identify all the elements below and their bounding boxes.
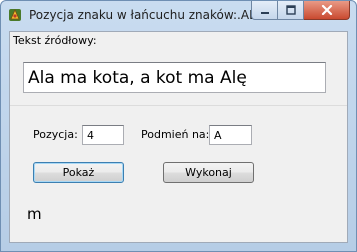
maximize-icon [285, 5, 296, 15]
position-input[interactable]: 4 [82, 125, 124, 145]
show-button[interactable]: Pokaż [33, 162, 124, 183]
separator [10, 105, 347, 106]
source-text-label: Tekst źródłowy: [13, 34, 97, 47]
app-window: Pozycja znaku w łańcuchu znaków:.AL Teks… [0, 0, 357, 252]
app-icon [9, 9, 21, 21]
source-text-input[interactable]: Ala ma kota, a kot ma Alę [23, 62, 326, 93]
close-icon [321, 5, 332, 15]
title-bar[interactable]: Pozycja znaku w łańcuchu znaków:.AL [1, 1, 356, 31]
execute-button[interactable]: Wykonaj [163, 162, 254, 183]
replace-label: Podmień na: [141, 128, 210, 141]
result-label: m [27, 205, 42, 223]
window-title: Pozycja znaku w łańcuchu znaków:.AL [29, 8, 256, 22]
minimize-button[interactable] [251, 1, 278, 20]
close-button[interactable] [304, 1, 350, 20]
caption-buttons [251, 1, 350, 21]
position-label: Pozycja: [33, 128, 78, 141]
client-area: Tekst źródłowy: Ala ma kota, a kot ma Al… [9, 31, 348, 243]
minimize-icon [260, 12, 269, 14]
maximize-button[interactable] [278, 1, 304, 20]
replace-input[interactable]: A [209, 125, 252, 145]
